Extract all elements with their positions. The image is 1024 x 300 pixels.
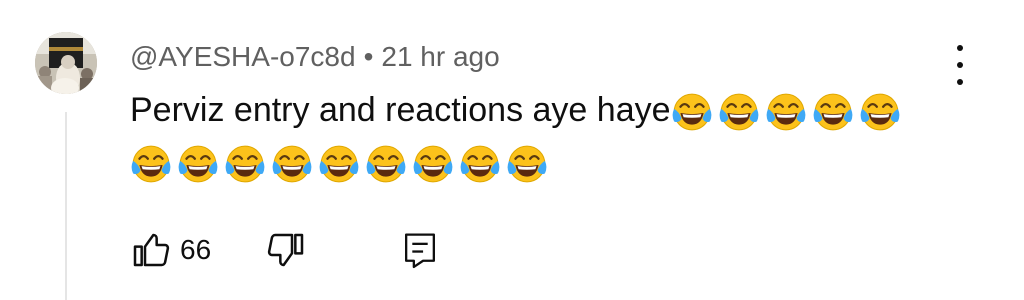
like-button[interactable]: 66	[130, 230, 211, 270]
tears-of-joy-emoji-icon	[460, 145, 500, 183]
avatar[interactable]	[35, 32, 97, 94]
like-count: 66	[180, 234, 212, 265]
more-options-button[interactable]	[948, 45, 972, 85]
reply-icon	[405, 233, 436, 269]
tears-of-joy-emoji-icon	[813, 93, 852, 131]
comment-text: Perviz entry and reactions aye haye	[130, 84, 960, 188]
tears-of-joy-emoji-icon	[225, 145, 265, 183]
tears-of-joy-emoji-icon	[719, 93, 758, 131]
tears-of-joy-emoji-icon	[413, 145, 453, 183]
timestamp[interactable]: 21 hr ago	[381, 41, 499, 73]
reply-button[interactable]	[401, 230, 439, 270]
tears-of-joy-emoji-icon	[178, 145, 218, 183]
tears-of-joy-emoji-icon	[366, 145, 406, 183]
emoji-row-2	[130, 136, 553, 188]
comment-thread: @AYESHA-o7c8d • 21 hr ago Perviz entry a…	[0, 0, 1024, 300]
tears-of-joy-emoji-icon	[507, 145, 547, 183]
tears-of-joy-emoji-icon	[860, 93, 899, 131]
more-vert-icon-dot	[957, 45, 963, 51]
dislike-button[interactable]	[267, 230, 307, 270]
thumbs-down-icon	[268, 233, 304, 267]
avatar-image	[35, 32, 97, 94]
tears-of-joy-emoji-icon	[272, 145, 312, 183]
tears-of-joy-emoji-icon	[319, 145, 359, 183]
separator-dot: •	[363, 41, 374, 72]
tears-of-joy-emoji-icon	[672, 93, 711, 131]
thumbs-up-icon	[133, 233, 170, 267]
comment-text-content: Perviz entry and reactions aye haye	[130, 91, 671, 129]
more-vert-icon-dot	[957, 62, 963, 68]
author-name[interactable]: @AYESHA-o7c8d	[130, 41, 356, 73]
comment-header: @AYESHA-o7c8d • 21 hr ago	[130, 37, 500, 77]
comment-actions: 66	[130, 228, 439, 272]
tears-of-joy-emoji-icon	[766, 93, 805, 131]
tears-of-joy-emoji-icon	[131, 145, 171, 183]
thread-line	[65, 112, 67, 300]
emoji-row-1	[671, 84, 906, 136]
